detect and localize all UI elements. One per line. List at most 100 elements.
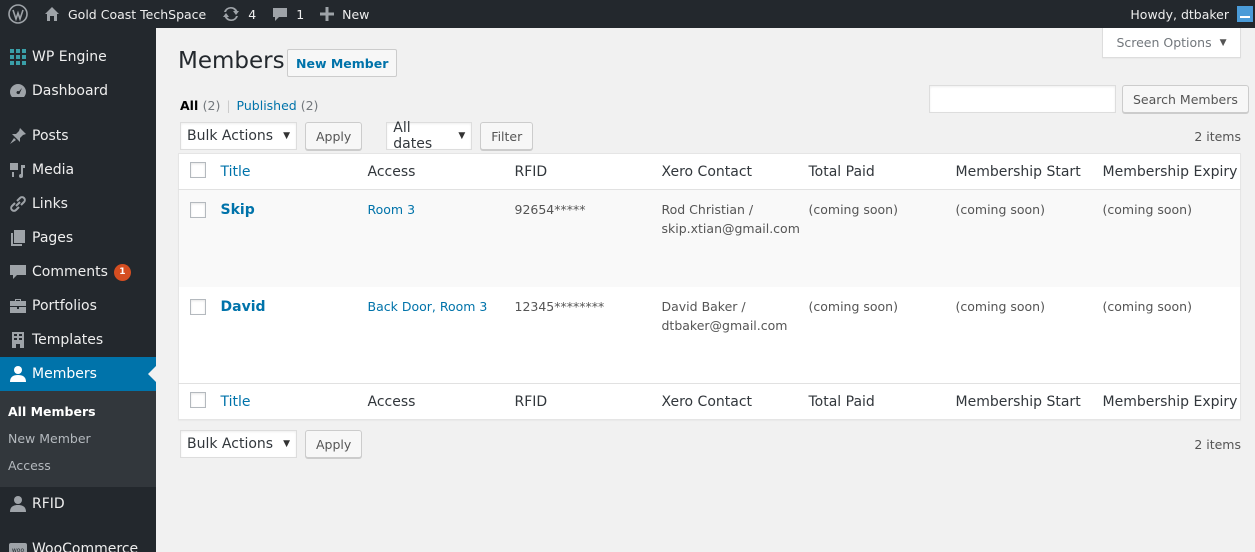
select-all-checkbox[interactable] (190, 161, 206, 178)
column-access: Access (367, 163, 416, 180)
bulk-actions-value: Bulk Actions (187, 128, 274, 144)
table-row: David Back Door, Room 3 12345******** Da… (179, 287, 1241, 384)
access-link[interactable]: Back Door, Room 3 (368, 299, 488, 314)
menu-item-rfid[interactable]: RFID (0, 487, 156, 521)
view-all[interactable]: All (2) (180, 98, 220, 113)
row-title-link[interactable]: Skip (221, 202, 255, 218)
apply-button[interactable]: Apply (305, 430, 363, 458)
dashboard-icon (0, 82, 36, 100)
menu-item-members[interactable]: Members (0, 357, 156, 391)
screen-options-button[interactable]: Screen Options ▼ (1102, 28, 1241, 58)
howdy-text: Howdy, dtbaker (1130, 6, 1229, 22)
sort-title-link[interactable]: Title (221, 394, 251, 410)
column-membership-start: Membership Start (955, 163, 1081, 180)
updates-icon (223, 6, 240, 22)
new-member-button[interactable]: New Member (287, 49, 398, 77)
search-input[interactable] (929, 85, 1116, 113)
menu-label: Portfolios (32, 298, 97, 314)
my-account-link[interactable]: Howdy, dtbaker (1122, 0, 1255, 28)
search-members-button[interactable]: Search Members (1122, 85, 1249, 113)
comments-count: 1 (296, 6, 305, 22)
view-published[interactable]: Published (2) (237, 98, 319, 113)
menu-label: Templates (32, 332, 104, 348)
menu-label: Dashboard (32, 83, 108, 99)
row-checkbox[interactable] (190, 298, 206, 315)
admin-menu: WP Engine Dashboard Posts Media Links Pa… (0, 28, 156, 552)
caret-down-icon: ▼ (1219, 37, 1227, 48)
wp-logo-button[interactable] (0, 0, 36, 28)
submenu-access[interactable]: Access (0, 452, 156, 479)
menu-item-links[interactable]: Links (0, 187, 156, 221)
submenu-new-member[interactable]: New Member (0, 425, 156, 452)
bulk-actions-value: Bulk Actions (187, 436, 274, 452)
select-all-cell (179, 384, 221, 420)
table-header-row: Title Access RFID Xero Contact Total Pai… (178, 154, 1241, 190)
wordpress-logo-icon (8, 4, 28, 24)
menu-item-wp-engine[interactable]: WP Engine (0, 40, 156, 74)
column-title[interactable]: Title (221, 384, 368, 420)
menu-item-dashboard[interactable]: Dashboard (0, 74, 156, 108)
access-link[interactable]: Room 3 (368, 202, 416, 217)
pin-icon (0, 127, 36, 145)
comments-link[interactable]: 1 (264, 0, 312, 28)
column-membership-expiry: Membership Expiry (1102, 393, 1238, 410)
bulk-actions-select[interactable]: Bulk Actions ▼ (180, 122, 297, 150)
rfid-cell: 12345******** (514, 298, 605, 314)
sort-title-link[interactable]: Title (221, 164, 251, 180)
admin-bar: Gold Coast TechSpace 4 1 New Howdy, dtba… (0, 0, 1255, 28)
updates-count: 4 (248, 6, 257, 22)
xero-name: Rod Christian / (661, 202, 754, 217)
dates-select[interactable]: All dates ▼ (386, 120, 473, 152)
screen-options-label: Screen Options (1116, 35, 1212, 50)
menu-label: RFID (32, 496, 65, 512)
menu-item-templates[interactable]: Templates (0, 323, 156, 357)
bulk-actions-select[interactable]: Bulk Actions ▼ (180, 430, 297, 458)
view-published-count: (2) (300, 98, 319, 113)
title-cell: David (221, 287, 368, 384)
menu-item-media[interactable]: Media (0, 153, 156, 187)
menu-item-woocommerce[interactable]: woo WooCommerce (0, 532, 156, 552)
submenu-all-members[interactable]: All Members (0, 398, 156, 425)
menu-item-portfolios[interactable]: Portfolios (0, 289, 156, 323)
updates-link[interactable]: 4 (214, 0, 264, 28)
xero-contact-cell: David Baker / dtbaker@gmail.com (662, 287, 809, 384)
column-access: Access (367, 393, 416, 410)
site-name-link[interactable]: Gold Coast TechSpace (36, 0, 214, 28)
portfolio-icon (0, 297, 36, 315)
home-icon (45, 7, 59, 21)
menu-item-posts[interactable]: Posts (0, 119, 156, 153)
dates-value: All dates (393, 120, 433, 152)
plus-icon (320, 7, 335, 21)
site-name: Gold Coast TechSpace (68, 6, 207, 22)
rfid-cell: 92654***** (514, 202, 586, 217)
column-rfid: RFID (514, 393, 548, 410)
xero-email: dtbaker@gmail.com (661, 317, 788, 333)
menu-item-pages[interactable]: Pages (0, 221, 156, 255)
filter-button[interactable]: Filter (480, 122, 534, 150)
tablenav-bottom: Bulk Actions ▼ Apply (180, 430, 363, 458)
total-paid-cell: (coming soon) (808, 298, 898, 314)
title-cell: Skip (221, 190, 368, 287)
column-total-paid: Total Paid (808, 393, 875, 410)
table-row: Skip Room 3 92654***** Rod Christian / sk… (178, 189, 1241, 287)
menu-item-comments[interactable]: Comments 1 (0, 255, 156, 289)
select-all-checkbox[interactable] (190, 391, 206, 408)
menu-label: WP Engine (32, 49, 107, 65)
comment-icon (0, 263, 36, 281)
access-cell: Room 3 (368, 190, 515, 287)
tablenav-top: Bulk Actions ▼ Apply All dates ▼ Filter (180, 120, 534, 152)
column-title[interactable]: Title (221, 154, 368, 190)
membership-start-cell: (coming soon) (955, 202, 1045, 217)
xero-contact-cell: Rod Christian / skip.xtian@gmail.com (662, 190, 809, 287)
new-label: New (342, 6, 370, 22)
row-title-link[interactable]: David (221, 299, 266, 315)
select-all-cell (179, 154, 221, 190)
view-filters: All (2) | Published (2) (180, 98, 318, 113)
table-footer-row: Title Access RFID Xero Contact Total Pai… (178, 383, 1241, 420)
apply-button[interactable]: Apply (305, 122, 363, 150)
row-checkbox-cell (179, 190, 221, 287)
row-checkbox[interactable] (190, 202, 206, 218)
column-membership-expiry: Membership Expiry (1102, 163, 1238, 180)
new-content-link[interactable]: New (312, 0, 377, 28)
menu-label: WooCommerce (32, 541, 139, 552)
